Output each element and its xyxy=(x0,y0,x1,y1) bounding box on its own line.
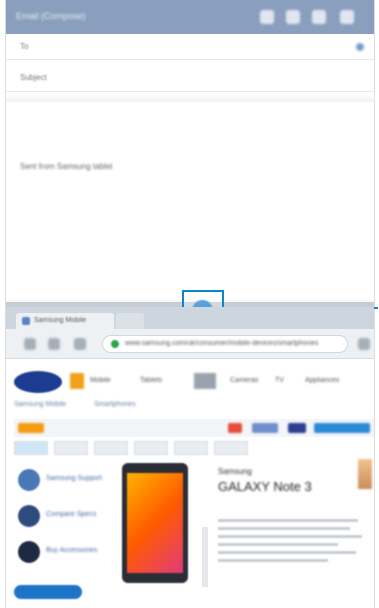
share-button[interactable] xyxy=(288,423,306,433)
phone-screen xyxy=(127,473,183,573)
tab-specs[interactable] xyxy=(94,441,128,455)
email-title: Email (Compose) xyxy=(16,11,86,21)
desc-line xyxy=(218,551,356,554)
image-scrollbar[interactable] xyxy=(202,527,208,587)
to-label: To xyxy=(20,42,29,51)
web-page: Mobile Tablets Cameras TV Appliances Sam… xyxy=(6,359,374,608)
tab-overview[interactable] xyxy=(14,441,48,455)
email-app-bar: Email (Compose) xyxy=(6,0,374,34)
menu-icon[interactable] xyxy=(340,10,354,24)
product-name: GALAXY Note 3 xyxy=(218,479,312,494)
desc-line xyxy=(218,535,362,538)
feature-item[interactable]: Compare Specs xyxy=(14,505,114,527)
url-text: www.samsung.com/uk/consumer/mobile-devic… xyxy=(125,340,319,347)
to-field[interactable]: To xyxy=(6,34,374,60)
desc-line xyxy=(218,559,328,562)
format-icon[interactable] xyxy=(286,10,300,24)
learn-more-button[interactable] xyxy=(14,585,82,599)
product-subnav xyxy=(14,419,374,437)
feature-item[interactable]: Samsung Support xyxy=(14,469,114,491)
feature-label: Samsung Support xyxy=(46,475,103,482)
attach-icon[interactable] xyxy=(260,10,274,24)
product-brand: Samsung xyxy=(218,467,252,476)
secure-icon xyxy=(111,340,119,348)
breadcrumb-item[interactable]: Samsung Mobile xyxy=(14,401,66,408)
new-badge-icon xyxy=(18,423,44,433)
product-image xyxy=(122,463,188,583)
site-nav-item[interactable]: TV xyxy=(275,377,284,385)
banner-icon xyxy=(70,373,84,389)
feature-label: Buy Accessories xyxy=(46,547,98,554)
back-icon[interactable] xyxy=(24,338,36,350)
tab-gallery[interactable] xyxy=(134,441,168,455)
buy-now-button[interactable] xyxy=(314,423,370,433)
feature-label: Compare Specs xyxy=(46,511,97,518)
refresh-icon[interactable] xyxy=(74,338,86,350)
email-body-text[interactable]: Sent from Samsung tablet xyxy=(20,162,113,171)
browser-tab-strip: Samsung Mobile xyxy=(6,307,374,329)
subject-field[interactable]: Subject xyxy=(6,62,374,92)
feature-item[interactable]: Buy Accessories xyxy=(14,541,114,563)
email-compose-pane: Email (Compose) To Subject Sent from Sam… xyxy=(6,0,374,300)
site-nav-item[interactable]: Cameras xyxy=(230,377,258,385)
send-icon[interactable] xyxy=(312,10,326,24)
tablet-screen: Email (Compose) To Subject Sent from Sam… xyxy=(5,0,378,608)
desc-line xyxy=(218,543,338,546)
browser-toolbar: www.samsung.com/uk/consumer/mobile-devic… xyxy=(6,329,374,359)
browser-pane: Samsung Mobile www.samsung.com/uk/consum… xyxy=(6,307,374,608)
add-recipient-icon[interactable] xyxy=(356,43,364,51)
subject-label: Subject xyxy=(20,73,47,82)
compare-button[interactable] xyxy=(252,423,278,433)
favicon-icon xyxy=(22,317,30,325)
new-tab-button[interactable] xyxy=(116,313,144,329)
site-nav: Mobile Tablets Cameras TV Appliances xyxy=(90,377,370,387)
site-nav-item[interactable]: Tablets xyxy=(140,377,162,385)
compare-icon xyxy=(18,505,40,527)
formatting-toolbar[interactable] xyxy=(6,94,374,102)
product-tabs xyxy=(14,441,268,457)
site-nav-item[interactable]: Mobile xyxy=(90,377,111,385)
accessories-icon xyxy=(18,541,40,563)
breadcrumb-item[interactable]: Smartphones xyxy=(94,401,136,408)
desc-line xyxy=(218,519,358,522)
forward-icon[interactable] xyxy=(48,338,60,350)
browser-tab-title: Samsung Mobile xyxy=(34,317,87,324)
site-nav-item[interactable]: Appliances xyxy=(305,377,339,385)
desc-line xyxy=(218,527,350,530)
tab-features[interactable] xyxy=(54,441,88,455)
product-description xyxy=(218,519,368,599)
side-banner-image xyxy=(358,459,372,489)
browser-menu-icon[interactable] xyxy=(358,338,370,350)
feature-list: Samsung Support Compare Specs Buy Access… xyxy=(14,469,114,608)
support-icon xyxy=(18,469,40,491)
tab-reviews[interactable] xyxy=(174,441,208,455)
address-bar[interactable]: www.samsung.com/uk/consumer/mobile-devic… xyxy=(102,335,348,353)
browser-tab[interactable]: Samsung Mobile xyxy=(16,313,114,329)
breadcrumb: Samsung Mobile Smartphones xyxy=(14,401,184,413)
alert-icon xyxy=(228,423,242,433)
site-search-icon[interactable] xyxy=(194,373,216,389)
samsung-logo[interactable] xyxy=(14,371,62,393)
tab-accessories[interactable] xyxy=(214,441,248,455)
